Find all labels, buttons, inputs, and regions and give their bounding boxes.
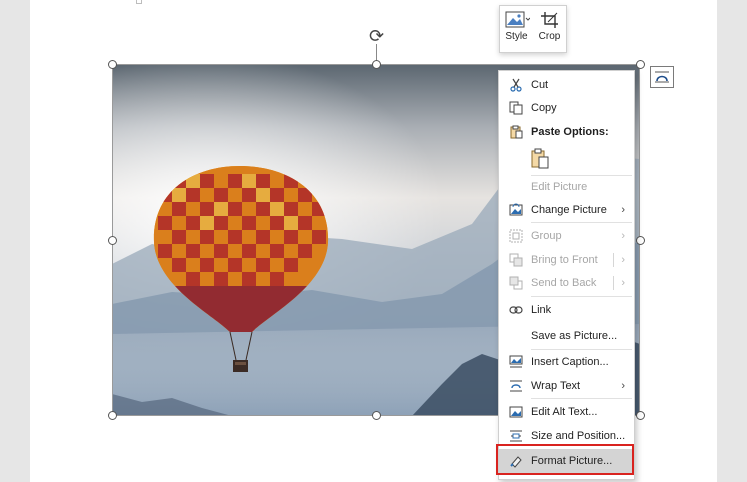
menu-item-link[interactable]: Link (499, 299, 634, 321)
page-corner-mark (136, 0, 142, 4)
resize-handle-top-center[interactable] (372, 60, 381, 69)
resize-handle-top-left[interactable] (108, 60, 117, 69)
menu-item-save-as-picture[interactable]: Save as Picture... (499, 325, 634, 347)
menu-label: Link (531, 304, 552, 316)
size-position-icon (508, 428, 524, 444)
crop-button[interactable]: Crop (533, 6, 566, 52)
menu-item-copy[interactable]: Copy (499, 97, 634, 119)
resize-handle-middle-left[interactable] (108, 236, 117, 245)
resize-handle-bottom-right[interactable] (636, 411, 645, 420)
menu-label: Copy (531, 102, 557, 114)
menu-separator (531, 222, 632, 223)
chevron-right-icon: › (621, 230, 625, 242)
menu-item-edit-picture: Edit Picture (499, 176, 634, 198)
menu-item-wrap-text[interactable]: Wrap Text › (499, 375, 634, 397)
menu-label: Save as Picture... (531, 330, 618, 342)
caption-icon (508, 354, 524, 370)
menu-item-bring-to-front: Bring to Front › (499, 249, 634, 271)
menu-item-paste-options: Paste Options: (499, 121, 634, 143)
resize-handle-top-right[interactable] (636, 60, 645, 69)
mini-toolbar: Style Crop (499, 5, 567, 53)
menu-label: Edit Picture (531, 181, 588, 193)
style-button[interactable]: Style (500, 6, 533, 52)
chevron-right-icon: › (621, 277, 625, 289)
menu-item-cut[interactable]: Cut (499, 74, 634, 96)
resize-handle-bottom-center[interactable] (372, 411, 381, 420)
style-label: Style (505, 31, 528, 42)
menu-label: Size and Position... (531, 430, 626, 442)
chevron-right-icon: › (621, 380, 625, 392)
menu-item-group: Group › (499, 225, 634, 247)
split-divider (613, 276, 614, 290)
context-menu: Cut Copy Paste Options: Edit Picture Cha… (498, 70, 635, 480)
menu-separator (531, 398, 632, 399)
menu-label: Send to Back (531, 277, 597, 289)
paste-icon (508, 124, 524, 140)
menu-label: Cut (531, 79, 549, 91)
layout-options-button[interactable] (650, 66, 674, 88)
paste-keep-source-button[interactable] (530, 148, 550, 170)
send-back-icon (508, 275, 524, 291)
scissors-icon (508, 77, 524, 93)
menu-label: Paste Options: (531, 126, 609, 138)
crop-icon (540, 12, 558, 28)
crop-label: Crop (538, 31, 561, 42)
split-divider (613, 253, 614, 267)
paste-picture-icon (531, 148, 549, 169)
menu-item-change-picture[interactable]: Change Picture › (499, 199, 634, 221)
highlight-annotation-box (496, 444, 634, 475)
menu-label: Insert Caption... (531, 356, 609, 368)
chevron-right-icon: › (621, 204, 625, 216)
resize-handle-middle-right[interactable] (636, 236, 645, 245)
rotate-handle-icon[interactable]: ⟳ (366, 26, 387, 47)
change-picture-icon (508, 202, 524, 218)
chevron-right-icon: › (621, 254, 625, 266)
menu-separator (531, 296, 632, 297)
menu-label: Bring to Front (531, 254, 598, 266)
group-icon (508, 228, 524, 244)
alt-text-icon (508, 404, 524, 420)
menu-item-send-to-back: Send to Back › (499, 272, 634, 294)
link-icon (508, 302, 524, 318)
bring-front-icon (508, 252, 524, 268)
picture-style-icon (505, 11, 530, 28)
menu-separator (531, 349, 632, 350)
menu-item-insert-caption[interactable]: Insert Caption... (499, 351, 634, 373)
menu-label: Edit Alt Text... (531, 406, 598, 418)
menu-label: Change Picture (531, 204, 607, 216)
resize-handle-bottom-left[interactable] (108, 411, 117, 420)
menu-label: Group (531, 230, 562, 242)
menu-label: Wrap Text (531, 380, 581, 392)
copy-icon (508, 100, 524, 116)
layout-options-icon (655, 71, 669, 83)
wrap-text-icon (508, 378, 524, 394)
menu-item-edit-alt-text[interactable]: Edit Alt Text... (499, 401, 634, 423)
